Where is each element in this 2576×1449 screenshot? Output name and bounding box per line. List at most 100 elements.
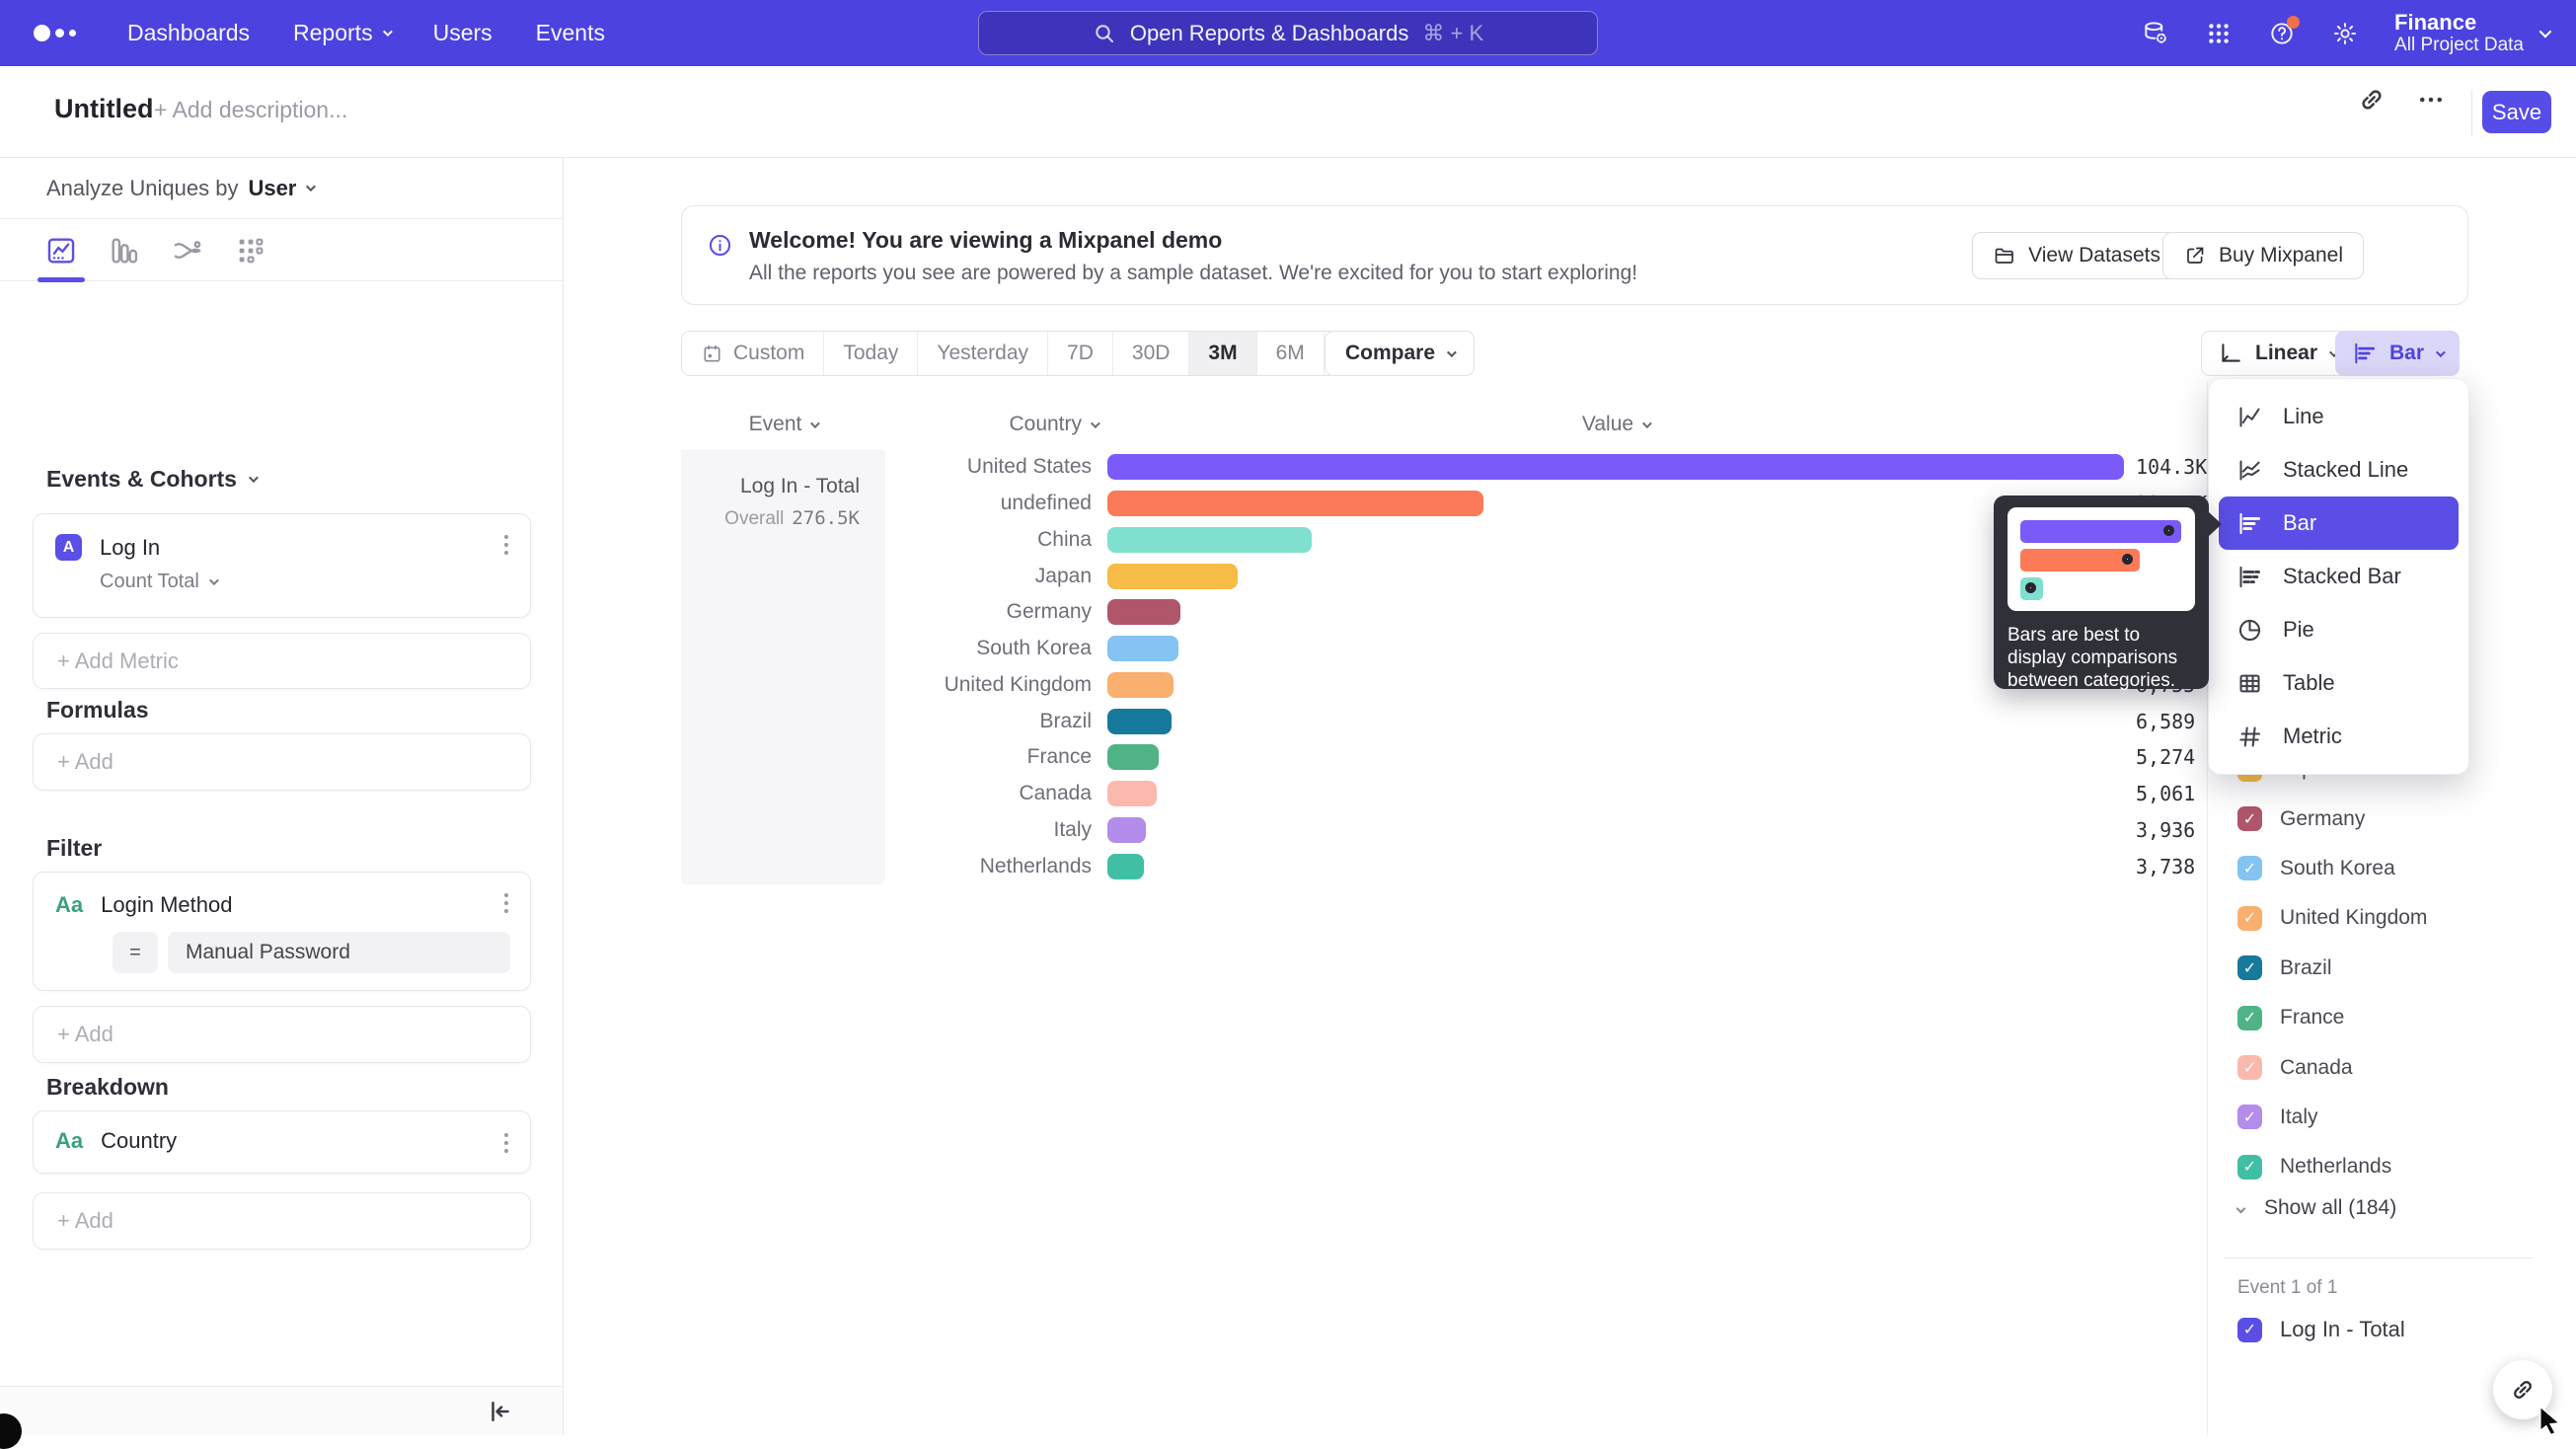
legend-item[interactable]: ✓ Italy	[2237, 1093, 2568, 1142]
range-custom[interactable]: Custom	[682, 332, 823, 375]
legend-item[interactable]: ✓ South Korea	[2237, 844, 2568, 893]
range-3m[interactable]: 3M	[1188, 332, 1255, 375]
notification-badge	[2287, 16, 2300, 29]
compare-button[interactable]: Compare	[1325, 331, 1475, 376]
range-7d[interactable]: 7D	[1047, 332, 1112, 375]
collapse-sidebar-icon[interactable]	[486, 1397, 515, 1426]
show-all-button[interactable]: Show all (184)	[2237, 1196, 2396, 1220]
legend-item[interactable]: ✓ Canada	[2237, 1042, 2568, 1092]
legend-event-item[interactable]: ✓ Log In - Total	[2237, 1317, 2405, 1342]
legend-checkbox[interactable]: ✓	[2237, 1155, 2262, 1180]
legend-checkbox[interactable]: ✓	[2237, 856, 2262, 880]
chart-type-option[interactable]: Stacked Line	[2209, 443, 2468, 496]
add-metric-button[interactable]: + Add Metric	[33, 633, 531, 689]
help-icon[interactable]	[2268, 20, 2296, 47]
kebab-menu-icon[interactable]	[504, 893, 508, 913]
more-options-icon[interactable]	[2416, 85, 2446, 114]
metric-card[interactable]: A Log In Count Total	[33, 513, 531, 618]
chart-type-option[interactable]: Metric	[2209, 710, 2468, 763]
buy-mixpanel-button[interactable]: Buy Mixpanel	[2162, 232, 2364, 279]
legend-item[interactable]: ✓ Netherlands	[2237, 1142, 2568, 1191]
apps-grid-icon[interactable]	[2205, 20, 2233, 47]
bar[interactable]	[1107, 817, 1146, 843]
legend-item[interactable]: ✓ United Kingdom	[2237, 893, 2568, 943]
settings-gear-icon[interactable]	[2331, 20, 2359, 47]
column-header-event[interactable]: Event	[681, 413, 885, 436]
nav-item-reports[interactable]: Reports	[293, 20, 390, 46]
add-filter-button[interactable]: + Add	[33, 1006, 531, 1063]
breakdown-card[interactable]: Aa Country	[33, 1110, 531, 1174]
range-today[interactable]: Today	[823, 332, 917, 375]
bar[interactable]	[1107, 709, 1172, 734]
bar[interactable]	[1107, 636, 1178, 661]
bar[interactable]	[1107, 564, 1238, 589]
bar[interactable]	[1107, 744, 1159, 770]
add-description-field[interactable]: + Add description...	[154, 97, 347, 123]
range-6m[interactable]: 6M	[1256, 332, 1324, 375]
nav-item-label: Dashboards	[127, 20, 250, 46]
legend-checkbox[interactable]: ✓	[2237, 1318, 2262, 1342]
copy-link-icon[interactable]	[2357, 85, 2387, 114]
legend-checkbox[interactable]: ✓	[2237, 1105, 2262, 1129]
legend-label: South Korea	[2280, 857, 2395, 880]
bar[interactable]	[1107, 854, 1144, 879]
bar[interactable]	[1107, 454, 2124, 480]
chart-type-option[interactable]: Table	[2209, 656, 2468, 710]
filter-value-input[interactable]: Manual Password	[168, 932, 510, 973]
search-placeholder: Open Reports & Dashboards	[1130, 21, 1409, 46]
bar[interactable]	[1107, 599, 1180, 625]
chart-type-option[interactable]: Line	[2209, 390, 2468, 443]
nav-item-dashboards[interactable]: Dashboards	[127, 20, 250, 46]
project-switcher[interactable]: Finance All Project Data	[2394, 11, 2548, 56]
bar-value-label: 3,936	[2136, 818, 2195, 842]
chart-type-option[interactable]: Stacked Bar	[2209, 550, 2468, 603]
nav-item-users[interactable]: Users	[433, 20, 492, 46]
scale-selector-button[interactable]: Linear	[2201, 331, 2353, 376]
add-formula-button[interactable]: + Add	[33, 733, 531, 791]
bar[interactable]	[1107, 672, 1174, 698]
event-summary-panel: Log In - Total Overall276.5K	[681, 449, 885, 884]
external-link-icon	[2183, 244, 2207, 267]
chart-type-option[interactable]: Bar	[2219, 496, 2459, 550]
view-datasets-button[interactable]: View Datasets	[1972, 232, 2181, 279]
report-title[interactable]: Untitled	[54, 94, 154, 124]
legend-checkbox[interactable]: ✓	[2237, 806, 2262, 831]
metric-event-name[interactable]: Log In	[100, 535, 160, 561]
kebab-menu-icon[interactable]	[504, 535, 508, 555]
legend-item[interactable]: ✓ Germany	[2237, 794, 2568, 843]
add-breakdown-button[interactable]: + Add	[33, 1192, 531, 1250]
data-management-icon[interactable]	[2142, 20, 2169, 47]
bar[interactable]	[1107, 781, 1157, 806]
filter-operator-chip[interactable]: =	[113, 932, 158, 973]
kebab-menu-icon[interactable]	[504, 1133, 508, 1153]
mixpanel-logo[interactable]	[34, 25, 76, 41]
nav-item-events[interactable]: Events	[536, 20, 605, 46]
column-header-country[interactable]: Country	[885, 413, 1107, 436]
legend-item[interactable]: ✓ France	[2237, 993, 2568, 1042]
legend-checkbox[interactable]: ✓	[2237, 1006, 2262, 1030]
tab-funnels[interactable]	[107, 233, 142, 268]
range-30d[interactable]: 30D	[1112, 332, 1189, 375]
bar[interactable]	[1107, 491, 1483, 516]
legend-item[interactable]: ✓ Brazil	[2237, 944, 2568, 993]
range-yesterday[interactable]: Yesterday	[917, 332, 1047, 375]
chart-type-label: Pie	[2283, 617, 2314, 643]
filter-card[interactable]: Aa Login Method = Manual Password	[33, 872, 531, 991]
tab-insights[interactable]	[43, 233, 79, 268]
column-header-value[interactable]: Value	[1107, 413, 2124, 436]
tab-flows[interactable]	[170, 233, 205, 268]
legend-checkbox[interactable]: ✓	[2237, 906, 2262, 931]
chart-type-option[interactable]: Pie	[2209, 603, 2468, 656]
aggregation-dropdown[interactable]: Count Total	[100, 571, 530, 613]
analyze-by-dropdown[interactable]: User	[248, 176, 313, 201]
events-cohorts-heading[interactable]: Events & Cohorts	[46, 466, 256, 493]
save-button[interactable]: Save	[2482, 91, 2551, 133]
global-search-input[interactable]: Open Reports & Dashboards ⌘ + K	[978, 11, 1598, 55]
filter-property-name[interactable]: Login Method	[101, 892, 232, 918]
legend-checkbox[interactable]: ✓	[2237, 955, 2262, 980]
tab-retention[interactable]	[233, 233, 268, 268]
legend-checkbox[interactable]: ✓	[2237, 1055, 2262, 1080]
breakdown-property-name[interactable]: Country	[101, 1128, 177, 1154]
bar[interactable]	[1107, 527, 1312, 553]
chart-type-button[interactable]: Bar	[2335, 331, 2460, 376]
